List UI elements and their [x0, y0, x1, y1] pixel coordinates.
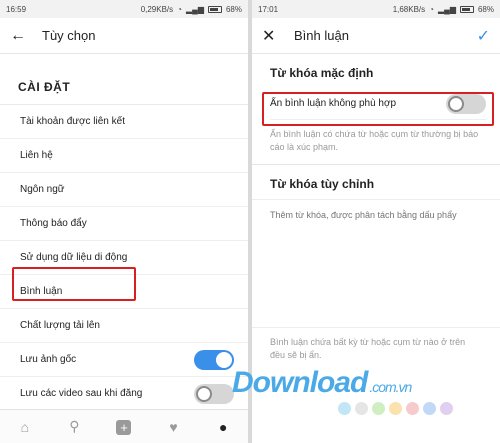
check-icon[interactable]: ✓ [477, 26, 490, 46]
back-arrow-icon[interactable]: ← [10, 27, 32, 45]
watermark-dots [338, 402, 453, 415]
bottom-nav: ⌂ ⚲ + ♥ ● [0, 409, 248, 443]
search-icon[interactable]: ⚲ [62, 418, 86, 435]
dot [423, 402, 436, 415]
wifi-icon: ◔ [429, 4, 434, 14]
status-time: 16:59 [6, 4, 27, 14]
toggle-knob [196, 385, 212, 402]
dot [355, 402, 368, 415]
settings-item-save-videos[interactable]: Lưu các video sau khi đăng [0, 377, 248, 411]
signal-icon: ▂▄▆ [438, 4, 456, 14]
signal-icon: ▂▄▆ [186, 4, 204, 14]
battery-level: 68% [225, 4, 242, 14]
home-icon[interactable]: ⌂ [13, 419, 37, 435]
dot [389, 402, 402, 415]
status-bar: 17:01 1,68KB/s ◔ ▂▄▆ 68% [252, 0, 500, 18]
battery-icon [459, 5, 474, 13]
battery-level: 68% [477, 4, 494, 14]
custom-keywords-input[interactable] [270, 204, 486, 322]
settings-item-language[interactable]: Ngôn ngữ [0, 173, 248, 207]
settings-screen: 16:59 0,29KB/s ◔ ▂▄▆ 68% ← Tùy chọn CÀI … [0, 0, 248, 443]
save-original-toggle[interactable] [194, 349, 234, 370]
dot [372, 402, 385, 415]
toggle-knob [216, 351, 232, 368]
dot [406, 402, 419, 415]
download-watermark-logo: Download .com.vn [232, 366, 412, 399]
default-keywords-heading: Từ khóa mặc định [270, 66, 374, 80]
settings-item-linked-accounts[interactable]: Tài khoản được liên kết [0, 105, 248, 139]
network-speed: 0,29KB/s [140, 4, 174, 14]
settings-item-label: Ngôn ngữ [20, 184, 65, 195]
settings-item-label: Thông báo đẩy [20, 218, 87, 229]
dot [338, 402, 351, 415]
divider [252, 199, 500, 200]
heart-icon[interactable]: ♥ [162, 419, 186, 435]
settings-item-label: Chất lượng tải lên [20, 320, 100, 331]
app-bar: ← Tùy chọn [0, 18, 248, 54]
settings-item-label: Lưu ảnh gốc [20, 354, 77, 365]
section-heading: CÀI ĐẶT [0, 54, 248, 105]
close-icon[interactable]: ✕ [262, 26, 284, 46]
comments-highlight-box [12, 267, 136, 301]
status-time: 17:01 [258, 4, 279, 14]
battery-icon [207, 5, 222, 13]
status-bar: 16:59 0,29KB/s ◔ ▂▄▆ 68% [0, 0, 248, 18]
settings-item-push-notifications[interactable]: Thông báo đẩy [0, 207, 248, 241]
page-title: Bình luận [294, 28, 349, 43]
custom-keywords-heading: Từ khóa tùy chỉnh [270, 177, 375, 191]
wifi-icon: ◔ [177, 4, 182, 14]
settings-item-label: Liên hệ [20, 150, 53, 161]
settings-item-label: Sử dụng dữ liệu di động [20, 252, 128, 263]
settings-item-contacts[interactable]: Liên hệ [0, 139, 248, 173]
save-videos-toggle[interactable] [194, 383, 234, 404]
app-bar: ✕ Bình luận ✓ [252, 18, 500, 54]
settings-item-save-original-photos[interactable]: Lưu ảnh gốc [0, 343, 248, 377]
settings-item-upload-quality[interactable]: Chất lượng tải lên [0, 309, 248, 343]
hide-comments-highlight-box [262, 92, 494, 126]
dot [440, 402, 453, 415]
custom-keywords-hint: Bình luận chứa bất kỳ từ hoặc cụm từ nào… [252, 327, 500, 362]
add-post-icon[interactable]: + [112, 419, 136, 435]
settings-item-label: Tài khoản được liên kết [20, 116, 125, 127]
page-title: Tùy chọn [42, 28, 96, 43]
network-speed: 1,68KB/s [392, 4, 426, 14]
profile-icon[interactable]: ● [211, 419, 235, 435]
settings-item-label: Lưu các video sau khi đăng [20, 388, 143, 399]
